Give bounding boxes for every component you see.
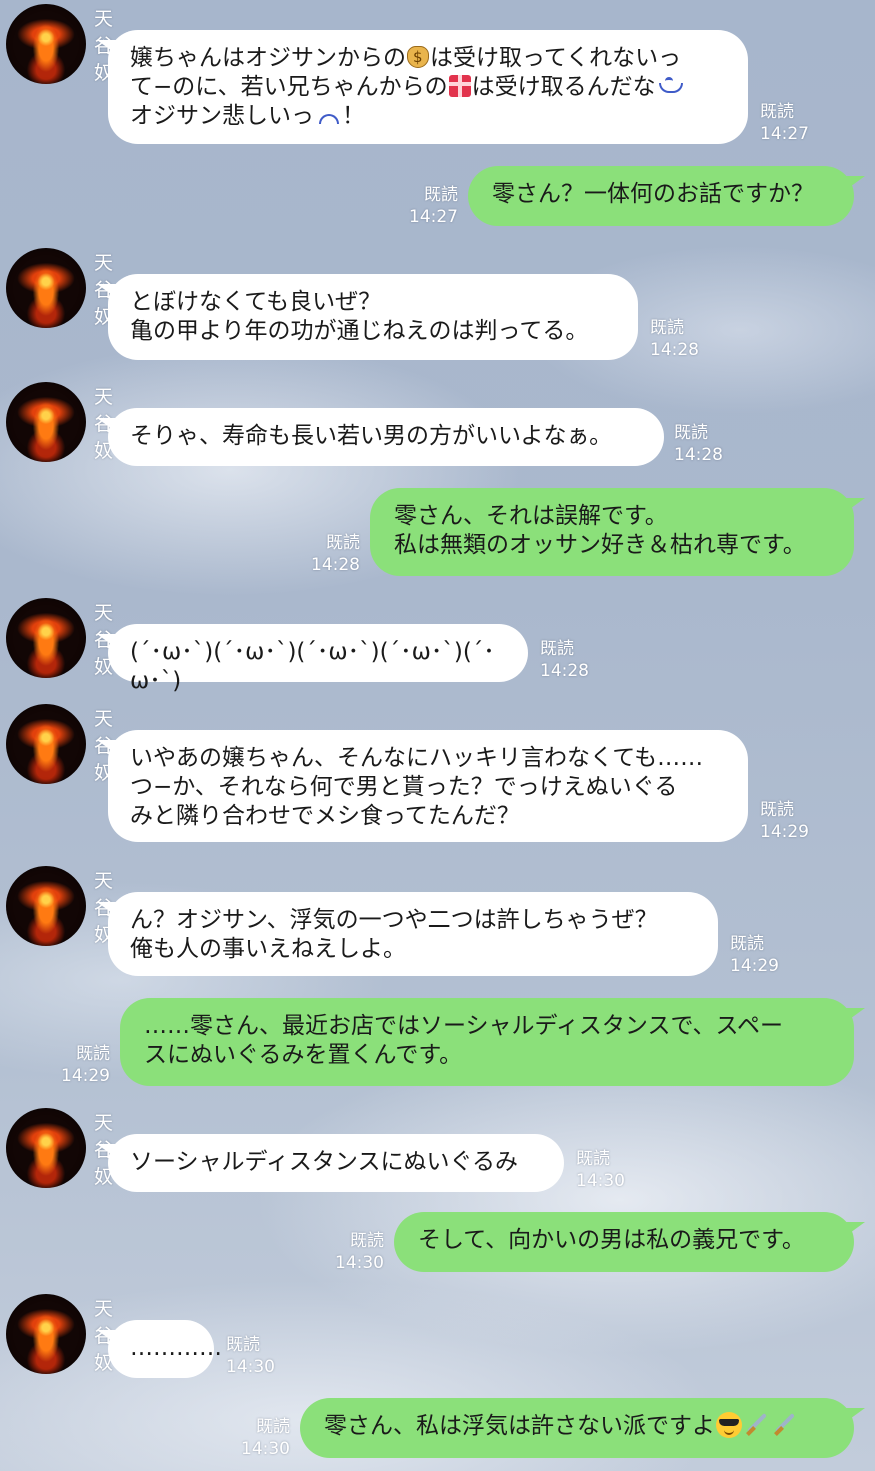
message-bubble[interactable]: ………… xyxy=(97,1320,222,1378)
money-bag-icon xyxy=(407,46,429,68)
message-time: 14:29 xyxy=(760,822,809,842)
avatar[interactable] xyxy=(6,866,86,946)
message-bubble[interactable]: 零さん、それは誤解です。 私は無類のオッサン好き＆枯れ専です。 xyxy=(370,488,865,576)
message-time: 14:30 xyxy=(576,1171,625,1191)
avatar[interactable] xyxy=(6,4,86,84)
message-meta: 既読 14:30 xyxy=(226,1334,275,1378)
message-text: ソーシャルディスタンスにぬいぐるみ xyxy=(130,1149,519,1175)
message-bubble[interactable]: いやあの嬢ちゃん、そんなにハッキリ言わなくても…… つ−か、それなら何で男と貰っ… xyxy=(97,730,748,842)
read-receipt: 既読 xyxy=(326,533,360,553)
gift-icon xyxy=(448,75,471,97)
message-text: ……零さん、最近お店ではソーシャルディスタンスで、スペー スにぬいぐるみを置くん… xyxy=(144,1013,783,1068)
sweat-face-icon xyxy=(657,77,683,97)
message-meta: 既読 14:28 xyxy=(674,422,723,466)
read-receipt: 既読 xyxy=(424,185,458,205)
message-text: (´･ω･`)(´･ω･`)(´･ω･`)(´･ω･`)(´･ω･`) xyxy=(130,639,495,694)
message-time: 14:29 xyxy=(730,956,779,976)
message-bubble[interactable]: 嬢ちゃんはオジサンからのは受け取ってくれないっ て−のに、若い兄ちゃんからのは受… xyxy=(97,30,748,144)
message-bubble[interactable]: ん？オジサン、浮気の一つや二つは許しちゃうぜ？ 俺も人の事いえねえしよ。 xyxy=(97,892,718,976)
avatar[interactable] xyxy=(6,248,86,328)
message-time: 14:30 xyxy=(241,1439,290,1459)
message-time: 14:29 xyxy=(61,1066,110,1086)
sunglasses-face-icon xyxy=(716,1412,742,1438)
read-receipt: 既読 xyxy=(76,1044,110,1064)
message-time: 14:28 xyxy=(674,445,723,465)
message-text: 嬢ちゃんはオジサンからのは受け取ってくれないっ て−のに、若い兄ちゃんからのは受… xyxy=(130,45,684,129)
message-time: 14:28 xyxy=(650,340,699,360)
avatar[interactable] xyxy=(6,1108,86,1188)
read-receipt: 既読 xyxy=(226,1335,260,1355)
message-time: 14:28 xyxy=(311,555,360,575)
read-receipt: 既読 xyxy=(256,1417,290,1437)
message-bubble[interactable]: ……零さん、最近お店ではソーシャルディスタンスで、スペー スにぬいぐるみを置くん… xyxy=(120,998,865,1086)
message-meta: 既読 14:29 xyxy=(730,933,779,977)
message-text: 零さん、それは誤解です。 私は無類のオッサン好き＆枯れ専です。 xyxy=(394,503,806,558)
avatar[interactable] xyxy=(6,382,86,462)
read-receipt: 既読 xyxy=(576,1149,610,1169)
message-bubble[interactable]: 零さん？一体何のお話ですか？ xyxy=(468,166,865,226)
avatar[interactable] xyxy=(6,1294,86,1374)
message-time: 14:27 xyxy=(409,207,458,227)
message-time: 14:30 xyxy=(226,1357,275,1377)
message-text: ………… xyxy=(130,1335,222,1361)
message-time: 14:28 xyxy=(540,661,589,681)
message-bubble[interactable]: そして、向かいの男は私の義兄です。 xyxy=(394,1212,865,1272)
message-text: ん？オジサン、浮気の一つや二つは許しちゃうぜ？ 俺も人の事いえねえしよ。 xyxy=(130,907,658,962)
read-receipt: 既読 xyxy=(760,800,794,820)
message-meta: 既読 14:28 xyxy=(306,532,360,576)
message-meta: 既読 14:28 xyxy=(540,638,589,682)
dagger-icon xyxy=(772,1412,798,1438)
read-receipt: 既読 xyxy=(540,639,574,659)
message-meta: 既読 14:30 xyxy=(576,1148,625,1192)
message-meta: 既読 14:27 xyxy=(760,101,809,145)
message-text: いやあの嬢ちゃん、そんなにハッキリ言わなくても…… つ−か、それなら何で男と貰っ… xyxy=(130,745,704,829)
dagger-icon xyxy=(744,1412,770,1438)
read-receipt: 既読 xyxy=(760,102,794,122)
message-bubble[interactable]: とぼけなくても良いぜ？ 亀の甲より年の功が通じねえのは判ってる。 xyxy=(97,274,638,360)
message-meta: 既読 14:29 xyxy=(760,799,809,843)
read-receipt: 既読 xyxy=(674,423,708,443)
message-text: そして、向かいの男は私の義兄です。 xyxy=(418,1227,805,1253)
read-receipt: 既読 xyxy=(350,1231,384,1251)
message-bubble[interactable]: 零さん、私は浮気は許さない派ですよ xyxy=(300,1398,865,1458)
message-meta: 既読 14:28 xyxy=(650,317,699,361)
message-meta: 既読 14:30 xyxy=(330,1230,384,1274)
read-receipt: 既読 xyxy=(730,934,764,954)
message-bubble[interactable]: そりゃ、寿命も長い若い男の方がいいよなぁ。 xyxy=(97,408,664,466)
avatar[interactable] xyxy=(6,704,86,784)
message-time: 14:27 xyxy=(760,124,809,144)
sad-face-icon xyxy=(315,106,341,126)
message-meta: 既読 14:27 xyxy=(404,184,458,228)
message-text: 零さん、私は浮気は許さない派ですよ xyxy=(324,1412,799,1439)
message-time: 14:30 xyxy=(335,1253,384,1273)
message-text: 零さん？一体何のお話ですか？ xyxy=(492,181,814,207)
message-meta: 既読 14:30 xyxy=(236,1416,290,1460)
message-text: とぼけなくても良いぜ？ 亀の甲より年の功が通じねえのは判ってる。 xyxy=(130,289,589,344)
read-receipt: 既読 xyxy=(650,318,684,338)
message-text: そりゃ、寿命も長い若い男の方がいいよなぁ。 xyxy=(130,423,613,449)
message-bubble[interactable]: (´･ω･`)(´･ω･`)(´･ω･`)(´･ω･`)(´･ω･`) xyxy=(97,624,528,694)
message-meta: 既読 14:29 xyxy=(56,1043,110,1087)
message-bubble[interactable]: ソーシャルディスタンスにぬいぐるみ xyxy=(97,1134,564,1192)
avatar[interactable] xyxy=(6,598,86,678)
